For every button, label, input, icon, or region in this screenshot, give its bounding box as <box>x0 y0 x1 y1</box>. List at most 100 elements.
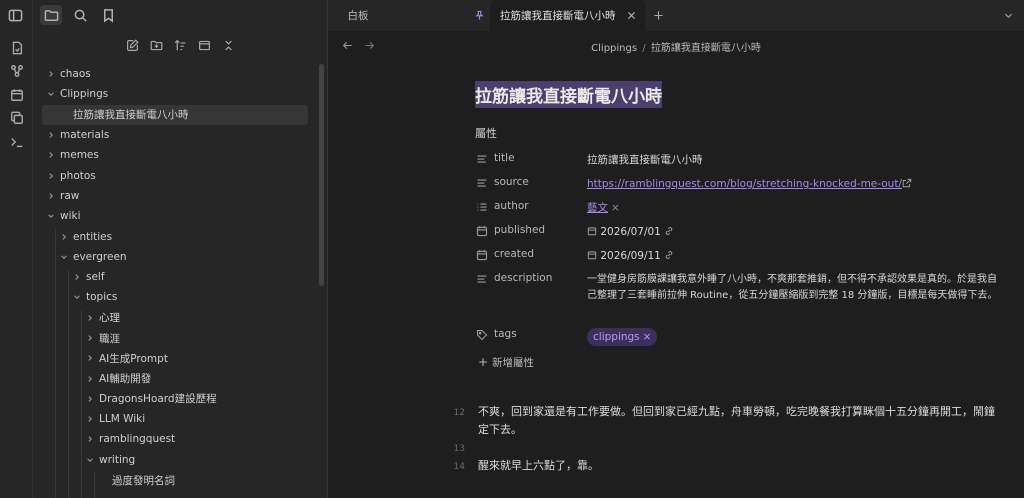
file-icon[interactable] <box>8 39 25 56</box>
property-value: clippings × <box>587 328 1001 346</box>
source-link[interactable]: https://ramblingquest.com/blog/stretchin… <box>587 178 902 190</box>
chevron-right-icon[interactable] <box>85 394 95 404</box>
tree-folder[interactable]: LLM Wiki <box>33 409 318 429</box>
date-value[interactable]: 2026/09/11 <box>600 250 661 262</box>
chevron-right-icon[interactable] <box>72 272 82 282</box>
property-key[interactable]: description <box>494 272 552 284</box>
tree-folder[interactable]: DragonsHoard建設歷程 <box>33 389 318 409</box>
link-icon[interactable] <box>664 225 674 235</box>
property-value[interactable]: 拉筋讓我直接斷電八小時 <box>587 152 1001 168</box>
terminal-icon[interactable] <box>8 133 25 150</box>
copy-icon[interactable] <box>8 109 25 126</box>
property-key[interactable]: tags <box>494 328 517 340</box>
chevron-right-icon[interactable] <box>46 150 56 160</box>
tree-folder[interactable]: AI輔助開發 <box>33 368 318 388</box>
calendar-icon[interactable] <box>8 86 25 103</box>
tree-folder[interactable]: chaos <box>33 64 318 84</box>
chevron-right-icon[interactable] <box>46 69 56 79</box>
sort-icon[interactable] <box>172 37 188 53</box>
new-note-icon[interactable] <box>124 37 140 53</box>
remove-icon[interactable]: × <box>611 202 620 214</box>
chevron-right-icon[interactable] <box>85 434 95 444</box>
chevron-down-icon[interactable] <box>59 252 69 262</box>
view-header: Clippings / 拉筋讓我直接斷電八小時 <box>328 31 1024 59</box>
tree-folder[interactable]: self <box>33 267 318 287</box>
property-value: https://ramblingquest.com/blog/stretchin… <box>587 176 1001 192</box>
text-lines-icon <box>475 272 488 285</box>
tree-folder[interactable]: ramblingquest <box>33 429 318 449</box>
note-editor[interactable]: 拉筋讓我直接斷電八小時 屬性 title 拉筋讓我直接斷電八小時 source … <box>328 59 1024 498</box>
editor-line[interactable]: 12 不爽，回到家還是有工作要做。但回到家已經九點，舟車勞頓，吃完晚餐我打算眯個… <box>454 403 998 439</box>
tree-folder[interactable]: evergreen <box>33 247 318 267</box>
author-link[interactable]: 藝文 <box>587 202 608 214</box>
chevron-down-icon[interactable] <box>998 0 1018 31</box>
chevron-down-icon[interactable] <box>46 211 56 221</box>
chevron-right-icon[interactable] <box>85 374 95 384</box>
search-icon[interactable] <box>69 5 91 25</box>
tree-item-label: memes <box>60 149 99 162</box>
property-key[interactable]: author <box>494 200 529 212</box>
property-key[interactable]: title <box>494 152 515 164</box>
property-key[interactable]: published <box>494 224 545 236</box>
line-text[interactable]: 不爽，回到家還是有工作要做。但回到家已經九點，舟車勞頓，吃完晚餐我打算眯個十五分… <box>478 405 995 436</box>
bookmark-icon[interactable] <box>97 5 119 25</box>
property-key[interactable]: created <box>494 248 534 260</box>
tab-current-note[interactable]: 拉筋讓我直接斷電八小時 <box>490 0 645 31</box>
toggle-sidebar-icon[interactable] <box>4 5 26 25</box>
tree-folder[interactable]: topics <box>33 287 318 307</box>
chevron-right-icon[interactable] <box>46 130 56 140</box>
chevron-right-icon[interactable] <box>59 232 69 242</box>
tree-file[interactable]: 過度發明名詞 <box>33 470 318 490</box>
external-link-icon <box>902 177 912 188</box>
pin-icon[interactable] <box>471 0 487 31</box>
date-value[interactable]: 2026/07/01 <box>600 226 661 238</box>
chevron-right-icon[interactable] <box>85 353 95 363</box>
breadcrumb-page[interactable]: 拉筋讓我直接斷電八小時 <box>651 43 761 54</box>
properties-heading[interactable]: 屬性 <box>475 125 497 141</box>
chevron-right-icon[interactable] <box>46 171 56 181</box>
tree-folder[interactable]: 心理 <box>33 308 318 328</box>
new-folder-icon[interactable] <box>148 37 164 53</box>
line-text[interactable]: 醒來就早上六點了，靠。 <box>478 459 599 472</box>
tree-folder[interactable]: 職涯 <box>33 328 318 348</box>
tree-folder[interactable]: writing <box>33 450 318 470</box>
chevron-right-icon[interactable] <box>85 313 95 323</box>
tree-folder[interactable]: Clippings <box>33 84 318 104</box>
collapse-all-icon[interactable] <box>220 37 236 53</box>
chevron-down-icon[interactable] <box>85 455 95 465</box>
link-icon[interactable] <box>664 249 674 259</box>
tree-folder[interactable]: raw <box>33 186 318 206</box>
chevron-right-icon[interactable] <box>85 333 95 343</box>
chevron-right-icon[interactable] <box>85 414 95 424</box>
tree-item-label: evergreen <box>73 250 127 263</box>
tree-folder[interactable]: photos <box>33 165 318 185</box>
tree-folder[interactable]: materials <box>33 125 318 145</box>
tree-file[interactable]: 拉筋讓我直接斷電八小時 <box>42 104 308 125</box>
auto-reveal-icon[interactable] <box>196 37 212 53</box>
property-value: 2026/09/11 <box>587 248 1001 264</box>
editor-line[interactable]: 14 醒來就早上六點了，靠。 <box>454 457 998 475</box>
tree-folder[interactable]: AI生成Prompt <box>33 348 318 368</box>
chevron-down-icon[interactable] <box>72 292 82 302</box>
note-title[interactable]: 拉筋讓我直接斷電八小時 <box>475 81 662 108</box>
chevron-down-icon[interactable] <box>46 89 56 99</box>
tag-pill[interactable]: clippings × <box>587 328 658 346</box>
file-tree: chaos Clippings 拉筋讓我直接斷電八小時 materials memes p… <box>33 64 318 490</box>
folder-icon[interactable] <box>40 5 62 25</box>
tab-whiteboard[interactable]: 白板 <box>328 0 388 31</box>
tree-item-label: 拉筋讓我直接斷電八小時 <box>73 109 189 122</box>
tree-item-label: Clippings <box>60 88 109 101</box>
breadcrumb-folder[interactable]: Clippings <box>591 43 637 54</box>
chevron-right-icon[interactable] <box>46 191 56 201</box>
tree-folder[interactable]: wiki <box>33 206 318 226</box>
tree-folder[interactable]: entities <box>33 226 318 246</box>
remove-icon[interactable]: × <box>643 331 652 343</box>
graph-icon[interactable] <box>8 62 25 79</box>
new-tab-icon[interactable] <box>648 0 668 31</box>
sidebar-scrollbar[interactable] <box>319 64 324 286</box>
property-key[interactable]: source <box>494 176 529 188</box>
add-property-button[interactable]: + 新增屬性 <box>478 355 534 370</box>
property-value[interactable]: 一堂健身房筋膜課讓我意外睡了八小時，不爽那套推銷，但不得不承認效果是真的。於是我… <box>587 272 1001 304</box>
close-icon[interactable] <box>626 10 637 24</box>
tree-folder[interactable]: memes <box>33 145 318 165</box>
